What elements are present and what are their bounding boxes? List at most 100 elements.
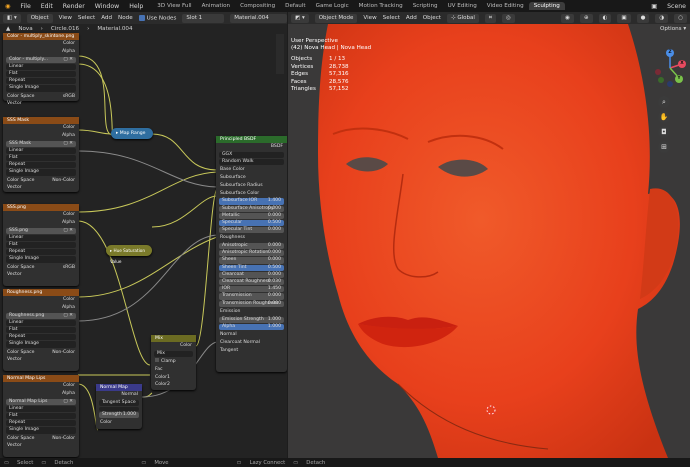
input-color[interactable]: Color bbox=[96, 419, 142, 427]
color-space-value[interactable]: sRGB bbox=[63, 93, 75, 101]
source-dropdown[interactable]: Single Image bbox=[6, 85, 76, 92]
bsdf-field-specular-tint[interactable]: Specular Tint 0.000 bbox=[219, 227, 284, 234]
image-texture-node-sss-png[interactable]: SSS.png Color Alpha SSS.png ▢ ✕ Linear Fl… bbox=[3, 204, 79, 286]
interpolation-dropdown[interactable]: Linear bbox=[6, 405, 76, 412]
interpolation-dropdown[interactable]: Linear bbox=[6, 234, 76, 241]
output-alpha[interactable]: Alpha bbox=[3, 132, 79, 140]
input-vector[interactable]: Vector bbox=[3, 356, 79, 364]
output-color[interactable]: Color bbox=[3, 124, 79, 132]
menu-node[interactable]: Node bbox=[118, 15, 133, 21]
extension-dropdown[interactable]: Repeat bbox=[6, 334, 76, 341]
distribution-dropdown[interactable]: GGX bbox=[219, 151, 284, 158]
output-bsdf[interactable]: BSDF bbox=[216, 143, 287, 151]
gizmo-toggle-icon[interactable]: ⊕ bbox=[579, 13, 593, 23]
shading-material-icon[interactable]: ◑ bbox=[655, 13, 669, 23]
image-actions-icon[interactable]: ▢ ✕ bbox=[63, 399, 73, 405]
output-alpha[interactable]: Alpha bbox=[3, 390, 79, 398]
emission-strength-field[interactable]: Emission Strength 1.000 bbox=[219, 316, 284, 323]
input-vector[interactable]: Vector bbox=[3, 184, 79, 192]
3d-viewport[interactable]: User Perspective (42) Nova Head | Nova H… bbox=[288, 24, 690, 458]
alpha-field[interactable]: Alpha 1.000 bbox=[219, 323, 284, 330]
workspace-tab-compositing[interactable]: Compositing bbox=[235, 2, 280, 10]
sidebar-toggle-tab[interactable] bbox=[276, 34, 284, 74]
zoom-icon[interactable]: ⌕ bbox=[658, 96, 670, 108]
bsdf-field-transmission-roughness[interactable]: Transmission Roughness 0.000 bbox=[219, 300, 284, 307]
menu-file[interactable]: File bbox=[15, 3, 35, 10]
input-vector[interactable]: Vector bbox=[3, 271, 79, 279]
input-tangent[interactable]: Tangent bbox=[216, 347, 287, 355]
color-space-row[interactable]: Color Space Non-Color bbox=[3, 177, 79, 185]
subsurface-method-dropdown[interactable]: Random Walk bbox=[219, 158, 284, 166]
color-space-value[interactable]: Non-Color bbox=[52, 435, 75, 443]
menu-add[interactable]: Add bbox=[101, 15, 112, 21]
output-color[interactable]: Color bbox=[3, 40, 79, 48]
output-alpha[interactable]: Alpha bbox=[3, 304, 79, 312]
image-selector[interactable]: SSS Mask ▢ ✕ bbox=[6, 140, 76, 147]
input-subsurface[interactable]: Subsurface bbox=[216, 174, 287, 182]
input-subsurface-radius[interactable]: Subsurface Radius bbox=[216, 182, 287, 190]
workspace-tab-scripting[interactable]: Scripting bbox=[408, 2, 443, 10]
map-range-node[interactable]: ▸ Map Range bbox=[111, 128, 153, 139]
color-space-value[interactable]: sRGB bbox=[63, 264, 75, 272]
node-editor[interactable]: Color - multiply_skintone.png Color Alph… bbox=[0, 24, 287, 458]
projection-dropdown[interactable]: Flat bbox=[6, 154, 76, 162]
slot-dropdown[interactable]: Slot 1 bbox=[182, 13, 225, 23]
menu-help[interactable]: Help bbox=[124, 3, 148, 10]
workspace-tab-motion-tracking[interactable]: Motion Tracking bbox=[354, 2, 408, 10]
gizmo-z-axis[interactable]: Z bbox=[666, 49, 674, 57]
input-base-color[interactable]: Base Color bbox=[216, 166, 287, 174]
image-actions-icon[interactable]: ▢ ✕ bbox=[63, 313, 73, 319]
input-vector[interactable]: Vector bbox=[3, 442, 79, 450]
pan-hand-icon[interactable]: ✋ bbox=[658, 111, 670, 123]
workspace-tab-game-logic[interactable]: Game Logic bbox=[311, 2, 354, 10]
bsdf-field-metallic[interactable]: Metallic 0.000 bbox=[219, 212, 284, 219]
use-nodes-checkbox[interactable]: Use Nodes bbox=[138, 14, 176, 21]
output-normal[interactable]: Normal bbox=[96, 391, 142, 399]
bsdf-field-subsurface-anisotropy[interactable]: Subsurface Anisotropy 0.000 bbox=[219, 205, 284, 212]
editor-type-icon[interactable]: ◧ ▾ bbox=[3, 13, 21, 23]
workspace-tab-sculpting[interactable]: Sculpting bbox=[528, 2, 565, 10]
snap-icon[interactable]: ⌗ bbox=[484, 13, 496, 23]
bsdf-field-subsurface-ior[interactable]: Subsurface IOR 1.400 bbox=[219, 198, 284, 205]
output-color[interactable]: Color bbox=[3, 382, 79, 390]
shading-solid-icon[interactable]: ● bbox=[636, 13, 650, 23]
input-subsurface-color[interactable]: Subsurface Color bbox=[216, 190, 287, 198]
object-mode-dropdown[interactable]: Object Mode bbox=[314, 13, 358, 23]
workspace-tab-video-editing[interactable]: Video Editing bbox=[482, 2, 529, 10]
workspace-tab-3d-view-full[interactable]: 3D View Full bbox=[152, 2, 196, 10]
bsdf-field-anisotropic-rotation[interactable]: Anisotropic Rotation 0.000 bbox=[219, 250, 284, 257]
uv-map-field[interactable] bbox=[99, 406, 139, 411]
visibility-icon[interactable]: ◉ bbox=[561, 13, 574, 23]
breadcrumb-item-material[interactable]: Material.004 bbox=[97, 26, 132, 32]
extension-dropdown[interactable]: Repeat bbox=[6, 249, 76, 256]
source-dropdown[interactable]: Single Image bbox=[6, 256, 76, 263]
menu-select[interactable]: Select bbox=[383, 15, 400, 21]
bsdf-field-clearcoat-roughness[interactable]: Clearcoat Roughness 0.030 bbox=[219, 279, 284, 286]
xray-toggle-icon[interactable]: ▣ bbox=[617, 13, 631, 23]
projection-dropdown[interactable]: Flat bbox=[6, 241, 76, 249]
source-dropdown[interactable]: Single Image bbox=[6, 427, 76, 434]
menu-edit[interactable]: Edit bbox=[36, 3, 58, 10]
menu-render[interactable]: Render bbox=[58, 3, 90, 10]
object-type-dropdown[interactable]: Object bbox=[26, 13, 53, 23]
menu-object[interactable]: Object bbox=[423, 15, 441, 21]
input-roughness[interactable]: Roughness bbox=[216, 234, 287, 242]
menu-select[interactable]: Select bbox=[78, 15, 95, 21]
blender-logo-icon[interactable]: ◉ bbox=[0, 3, 15, 10]
workspace-tab-default[interactable]: Default bbox=[280, 2, 310, 10]
interpolation-dropdown[interactable]: Linear bbox=[6, 63, 76, 70]
transform-orientation-dropdown[interactable]: ⊹ Global bbox=[446, 13, 479, 23]
mix-node[interactable]: Mix Color Mix Clamp Fac Color1 Color2 bbox=[151, 335, 196, 390]
bsdf-field-ior[interactable]: IOR 1.450 bbox=[219, 286, 284, 293]
extension-dropdown[interactable]: Repeat bbox=[6, 162, 76, 169]
workspace-tab-animation[interactable]: Animation bbox=[197, 2, 236, 10]
overlay-toggle-icon[interactable]: ◐ bbox=[598, 13, 612, 23]
input-color2[interactable]: Color2 bbox=[151, 381, 196, 389]
input-color1[interactable]: Color1 bbox=[151, 374, 196, 382]
principled-bsdf-node[interactable]: Principled BSDF BSDF GGX Random Walk Bas… bbox=[216, 136, 287, 372]
input-emission[interactable]: Emission bbox=[216, 308, 287, 316]
image-texture-node-sss-mask[interactable]: SSS Mask Color Alpha SSS Mask ▢ ✕ Linear … bbox=[3, 117, 79, 192]
hue-saturation-value-node[interactable]: ▸ Hue Saturation Value bbox=[106, 245, 152, 264]
color-space-row[interactable]: Color Space Non-Color bbox=[3, 435, 79, 443]
blend-type-dropdown[interactable]: Mix bbox=[154, 350, 193, 357]
